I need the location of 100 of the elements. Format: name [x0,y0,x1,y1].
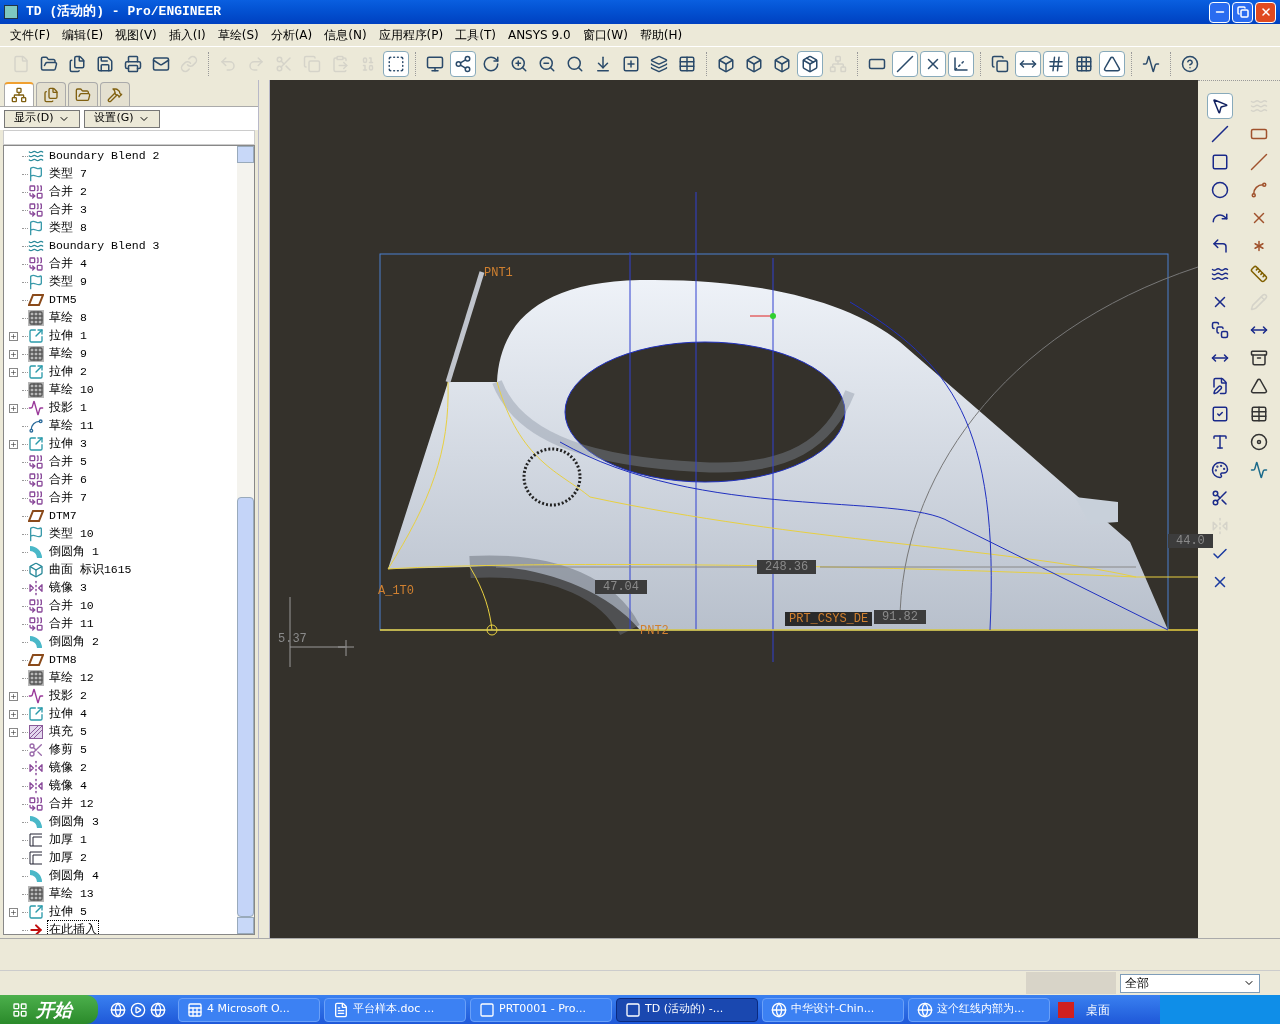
toolbar-label[interactable]: 桌面 [1086,1000,1110,1019]
toolbar-button[interactable] [797,50,823,77]
toolbar-button[interactable] [450,50,476,77]
toolbar-button[interactable] [1043,50,1069,77]
menu-item[interactable]: ANSYS 9.0 [501,26,577,44]
expand-icon[interactable] [8,907,18,917]
tree-item[interactable]: 倒圆角 3 [47,812,101,832]
tree-item[interactable]: 草绘 9 [47,344,89,364]
tree-item[interactable]: 类型 9 [47,272,89,292]
play-icon[interactable] [130,1001,146,1018]
toolbar-button[interactable] [1099,50,1125,77]
globe-icon[interactable] [110,1001,126,1018]
tree-item[interactable]: 类型 8 [47,218,89,238]
menu-item[interactable]: 视图(V) [109,26,163,44]
tree-item[interactable]: DTM7 [47,506,79,526]
menu-item[interactable]: 帮助(H) [633,26,689,44]
tree-item[interactable]: 加厚 2 [47,848,89,868]
toolbar-button[interactable] [892,50,918,77]
tree-item[interactable]: 合并 3 [47,200,89,220]
tree-item[interactable]: 投影 1 [47,398,89,418]
tree-item[interactable]: 草绘 10 [47,380,96,400]
expand-icon[interactable] [8,691,18,701]
menu-item[interactable]: 分析(A) [264,26,319,44]
menu-item[interactable]: 编辑(E) [56,26,110,44]
tree-item[interactable]: 合并 5 [47,452,89,472]
menu-item[interactable]: 草绘(S) [211,26,265,44]
tree-item[interactable]: 合并 7 [47,488,89,508]
tree-item[interactable]: DTM8 [47,650,79,670]
tree-item[interactable]: DTM5 [47,290,79,310]
parallelogram-icon [28,292,44,308]
tree-item[interactable]: 曲面 标识1615 [47,560,134,580]
tree-item[interactable]: 类型 10 [47,524,96,544]
arrow-icon [594,54,612,73]
taskbar-button[interactable]: 平台样本.doc ... [324,997,466,1022]
tree-item[interactable]: 类型 7 [47,164,89,184]
tree-item[interactable]: 合并 10 [47,596,96,616]
tree-item[interactable]: 合并 11 [47,614,96,634]
taskbar-button[interactable]: PRT0001 - Pro... [470,997,612,1022]
tree-item[interactable]: 草绘 8 [47,308,89,328]
tree-item[interactable]: 拉伸 2 [47,362,89,382]
toolbar-button[interactable] [1015,50,1041,77]
menu-item[interactable]: 应用程序(P) [372,26,450,44]
menu-item[interactable]: 文件(F) [4,26,57,44]
flag-icon [28,166,44,182]
tree-item[interactable]: 草绘 11 [47,416,96,436]
taskbar-button[interactable]: 4 Microsoft O... [178,997,320,1022]
scrollbar[interactable] [237,146,254,934]
tree-item[interactable]: 倒圆角 2 [47,632,101,652]
toolbar-button[interactable] [920,50,946,77]
tree-item[interactable]: 合并 4 [47,254,89,274]
panel-tab[interactable] [4,82,34,106]
dropdown-button[interactable]: 设置(G) [84,109,160,128]
tree-item[interactable]: 拉伸 1 [47,326,89,346]
panel-tab[interactable] [36,82,66,106]
expand-icon[interactable] [8,349,18,359]
tree-item[interactable]: 镜像 4 [47,776,89,796]
tree-item[interactable]: Boundary Blend 2 [47,146,162,166]
windows-logo-icon [12,1001,28,1018]
tree-item[interactable]: 镜像 2 [47,758,89,778]
taskbar-button[interactable]: TD (活动的) -... [616,997,758,1022]
filter-dropdown[interactable]: 全部 [1120,973,1260,993]
menu-item[interactable]: 工具(T) [449,26,502,44]
tree-item[interactable]: 修剪 5 [47,740,89,760]
expand-icon[interactable] [8,331,18,341]
restore-button[interactable] [1232,1,1253,23]
minimize-button[interactable] [1209,1,1230,23]
tree-item[interactable]: Boundary Blend 3 [47,236,162,256]
tree-item[interactable]: 拉伸 3 [47,434,89,454]
expand-icon[interactable] [8,727,18,737]
menu-item[interactable]: 插入(I) [162,26,212,44]
toolbar-button[interactable] [1206,93,1233,119]
pointer-icon [1210,97,1229,115]
tree-item[interactable]: 草绘 12 [47,668,96,688]
tree-item[interactable]: 拉伸 4 [47,704,89,724]
taskbar-button[interactable]: 中华设计-Chin... [762,997,904,1022]
tree-item[interactable]: 草绘 13 [47,884,96,904]
expand-icon[interactable] [8,709,18,719]
tree-item[interactable]: 投影 2 [47,686,89,706]
tree-item[interactable]: 加厚 1 [47,830,89,850]
panel-tab[interactable] [100,82,130,106]
tree-item[interactable]: 合并 12 [47,794,96,814]
globe-icon[interactable] [150,1001,166,1018]
expand-icon[interactable] [8,403,18,413]
expand-icon[interactable] [8,367,18,377]
expand-icon[interactable] [8,439,18,449]
close-button[interactable] [1255,1,1276,23]
toolbar-button[interactable] [383,50,409,77]
tree-item[interactable]: 填充 5 [47,722,89,742]
tree-item[interactable]: 合并 2 [47,182,89,202]
tree-item[interactable]: 倒圆角 1 [47,542,101,562]
dropdown-button[interactable]: 显示(D) [4,109,80,128]
tree-item[interactable]: 镜像 3 [47,578,89,598]
mirror-icon [28,580,44,596]
tree-item[interactable]: 拉伸 5 [47,902,89,922]
menu-item[interactable]: 窗口(W) [576,26,634,44]
menu-item[interactable]: 信息(N) [318,26,373,44]
tree-item[interactable]: 合并 6 [47,470,89,490]
tree-item[interactable]: 倒圆角 4 [47,866,101,886]
panel-tab[interactable] [68,82,98,106]
taskbar-button[interactable]: 这个红线内部为... [908,997,1050,1022]
